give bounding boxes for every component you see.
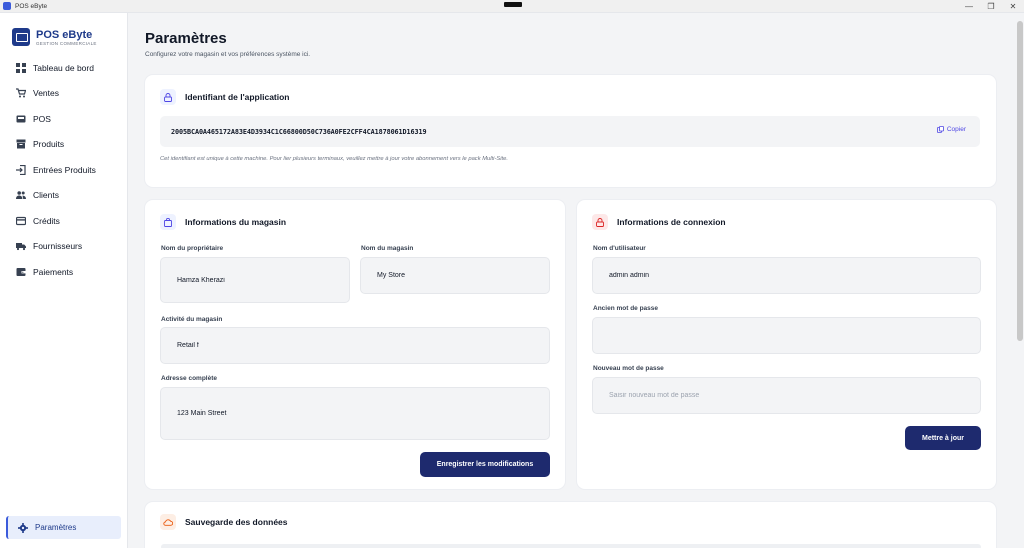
scrollbar-thumb[interactable] [1017, 21, 1023, 341]
page-title: Paramètres [145, 30, 227, 47]
sidebar-nav: Tableau de bord Ventes POS Produits Entr… [0, 55, 127, 285]
login-info-title: Informations de connexion [617, 217, 726, 227]
maximize-button[interactable]: ❐ [980, 0, 1002, 12]
backup-header: Sauvegarde des données [160, 514, 288, 530]
cloud-icon [160, 514, 176, 530]
app-id-note: Cet identifiant est unique à cette machi… [160, 156, 508, 162]
old-password-input[interactable] [592, 317, 981, 354]
dashboard-icon [16, 62, 26, 73]
store-info-title: Informations du magasin [185, 217, 287, 227]
sidebar-item-label: Tableau de bord [33, 62, 94, 73]
page-scrollbar[interactable] [1016, 13, 1024, 548]
page-subtitle: Configurez votre magasin et vos préféren… [145, 51, 311, 58]
window-titlebar: POS eByte — ❐ ✕ [0, 0, 1024, 13]
save-changes-button[interactable]: Enregistrer les modifications [420, 452, 550, 477]
app-id-value[interactable]: 2005BCA0A465172A83E4D3934C1C66800D50C736… [171, 128, 427, 136]
backup-title: Sauvegarde des données [185, 517, 288, 527]
brand-subtitle: GESTION COMMERCIALE [36, 40, 97, 46]
sidebar-item-pos[interactable]: POS [0, 106, 127, 132]
truck-icon [16, 241, 26, 251]
app-shield-icon [3, 2, 11, 10]
sidebar-item-dashboard[interactable]: Tableau de bord [0, 55, 127, 81]
store-activity-label: Activité du magasin [161, 316, 223, 323]
gear-icon [18, 522, 28, 533]
sidebar-item-label: Paiements [33, 266, 74, 277]
sidebar-item-label: Fournisseurs [33, 241, 83, 252]
copy-label: Copier [946, 126, 966, 133]
sidebar-item-payments[interactable]: Paiements [0, 259, 127, 285]
credit-card-icon [16, 216, 26, 226]
window-controls: — ❐ ✕ [958, 0, 1024, 12]
box-icon [16, 139, 26, 149]
sidebar-item-label: Paramètres [35, 523, 77, 532]
store-name-label: Nom du magasin [361, 245, 414, 252]
store-activity-input[interactable] [160, 327, 550, 364]
sidebar-item-label: Entrées Produits [33, 164, 96, 175]
sidebar-item-label: Ventes [33, 88, 59, 99]
backup-card: Sauvegarde des données [145, 502, 996, 548]
backup-content [161, 544, 981, 548]
sidebar-item-suppliers[interactable]: Fournisseurs [0, 234, 127, 260]
pos-icon [16, 114, 26, 124]
owner-name-label: Nom du propriétaire [161, 245, 224, 252]
sidebar-item-products[interactable]: Produits [0, 132, 127, 158]
app-id-title: Identifiant de l'application [185, 92, 290, 102]
copy-icon [936, 126, 944, 133]
store-info-card: Informations du magasin Nom du propriéta… [145, 200, 565, 489]
shopping-bag-icon [160, 214, 176, 230]
sidebar-item-label: Clients [33, 190, 59, 201]
username-input[interactable] [592, 257, 981, 294]
cart-icon [16, 88, 26, 98]
users-icon [16, 190, 26, 200]
sidebar-item-product-entries[interactable]: Entrées Produits [0, 157, 127, 183]
app-id-box: 2005BCA0A465172A83E4D3934C1C66800D50C736… [160, 116, 980, 147]
sidebar-item-credits[interactable]: Crédits [0, 208, 127, 234]
sidebar-item-label: POS [33, 113, 51, 124]
minimize-button[interactable]: — [958, 0, 980, 12]
address-textarea[interactable]: 123 Main Street [160, 387, 550, 440]
app-id-header: Identifiant de l'application [160, 89, 290, 105]
login-info-header: Informations de connexion [592, 214, 726, 230]
username-label: Nom d'utilisateur [593, 245, 646, 252]
brand-name: POS eByte [36, 28, 93, 41]
sidebar-item-clients[interactable]: Clients [0, 183, 127, 209]
login-info-card: Informations de connexion Nom d'utilisat… [577, 200, 996, 489]
lock-icon [592, 214, 608, 230]
old-password-label: Ancien mot de passe [593, 305, 659, 312]
address-label: Adresse complète [161, 375, 217, 382]
drag-handle[interactable] [504, 2, 522, 7]
register-logo-icon [12, 28, 30, 46]
store-info-header: Informations du magasin [160, 214, 286, 230]
close-button[interactable]: ✕ [1002, 0, 1024, 12]
new-password-label: Nouveau mot de passe [593, 365, 664, 372]
sidebar-item-label: Crédits [33, 215, 60, 226]
sidebar: POS eByte GESTION COMMERCIALE Tableau de… [0, 13, 128, 548]
update-button[interactable]: Mettre à jour [905, 426, 981, 450]
owner-name-input[interactable] [160, 257, 350, 303]
copy-button[interactable]: Copier [936, 126, 966, 133]
lock-icon [160, 89, 176, 105]
window-title: POS eByte [15, 2, 48, 10]
login-icon [16, 164, 26, 175]
brand[interactable]: POS eByte GESTION COMMERCIALE [0, 13, 127, 51]
new-password-input[interactable] [592, 377, 981, 414]
sidebar-item-settings[interactable]: Paramètres [6, 516, 121, 539]
sidebar-item-label: Produits [33, 139, 65, 150]
store-name-input[interactable] [360, 257, 550, 294]
sidebar-item-sales[interactable]: Ventes [0, 81, 127, 107]
wallet-icon [16, 267, 26, 277]
app-id-card: Identifiant de l'application 2005BCA0A46… [145, 75, 996, 187]
